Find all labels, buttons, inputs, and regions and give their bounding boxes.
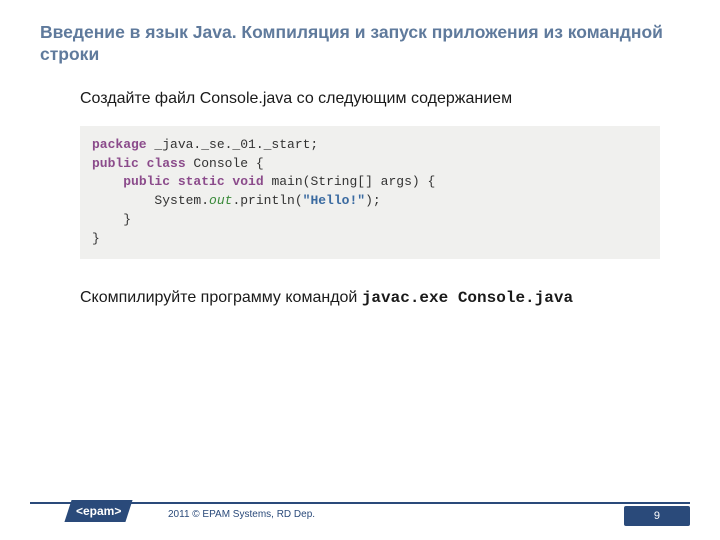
copyright-text: 2011 © EPAM Systems, RD Dep. <box>168 509 315 520</box>
code-keyword: public static void <box>123 174 263 189</box>
code-keyword: public class <box>92 156 186 171</box>
code-text: } <box>92 212 131 227</box>
code-string: "Hello!" <box>303 193 365 208</box>
intro-text: Создайте файл Console.java со следующим … <box>80 90 660 108</box>
code-text: main(String[] args) { <box>264 174 436 189</box>
code-keyword: package <box>92 137 147 152</box>
compile-command: javac.exe Console.java <box>362 289 573 307</box>
code-text: } <box>92 231 100 246</box>
code-text: .println( <box>232 193 302 208</box>
code-text: _java._se._01._start; <box>147 137 319 152</box>
footer-bar: <epam> 2011 © EPAM Systems, RD Dep. 9 <box>0 508 720 540</box>
compile-text: Скомпилируйте программу командой <box>80 289 362 306</box>
code-text: ); <box>365 193 381 208</box>
page-number: 9 <box>624 506 690 526</box>
code-text: System. <box>92 193 209 208</box>
slide-title: Введение в язык Java. Компиляция и запус… <box>0 0 720 66</box>
code-block: package _java._se._01._start; public cla… <box>80 126 660 259</box>
footer: <epam> 2011 © EPAM Systems, RD Dep. 9 <box>0 502 720 540</box>
code-static-field: out <box>209 193 232 208</box>
compile-instruction: Скомпилируйте программу командой javac.e… <box>80 289 660 307</box>
code-text: Console { <box>186 156 264 171</box>
slide: Введение в язык Java. Компиляция и запус… <box>0 0 720 540</box>
slide-body: Создайте файл Console.java со следующим … <box>0 66 720 307</box>
epam-logo: <epam> <box>64 500 133 522</box>
